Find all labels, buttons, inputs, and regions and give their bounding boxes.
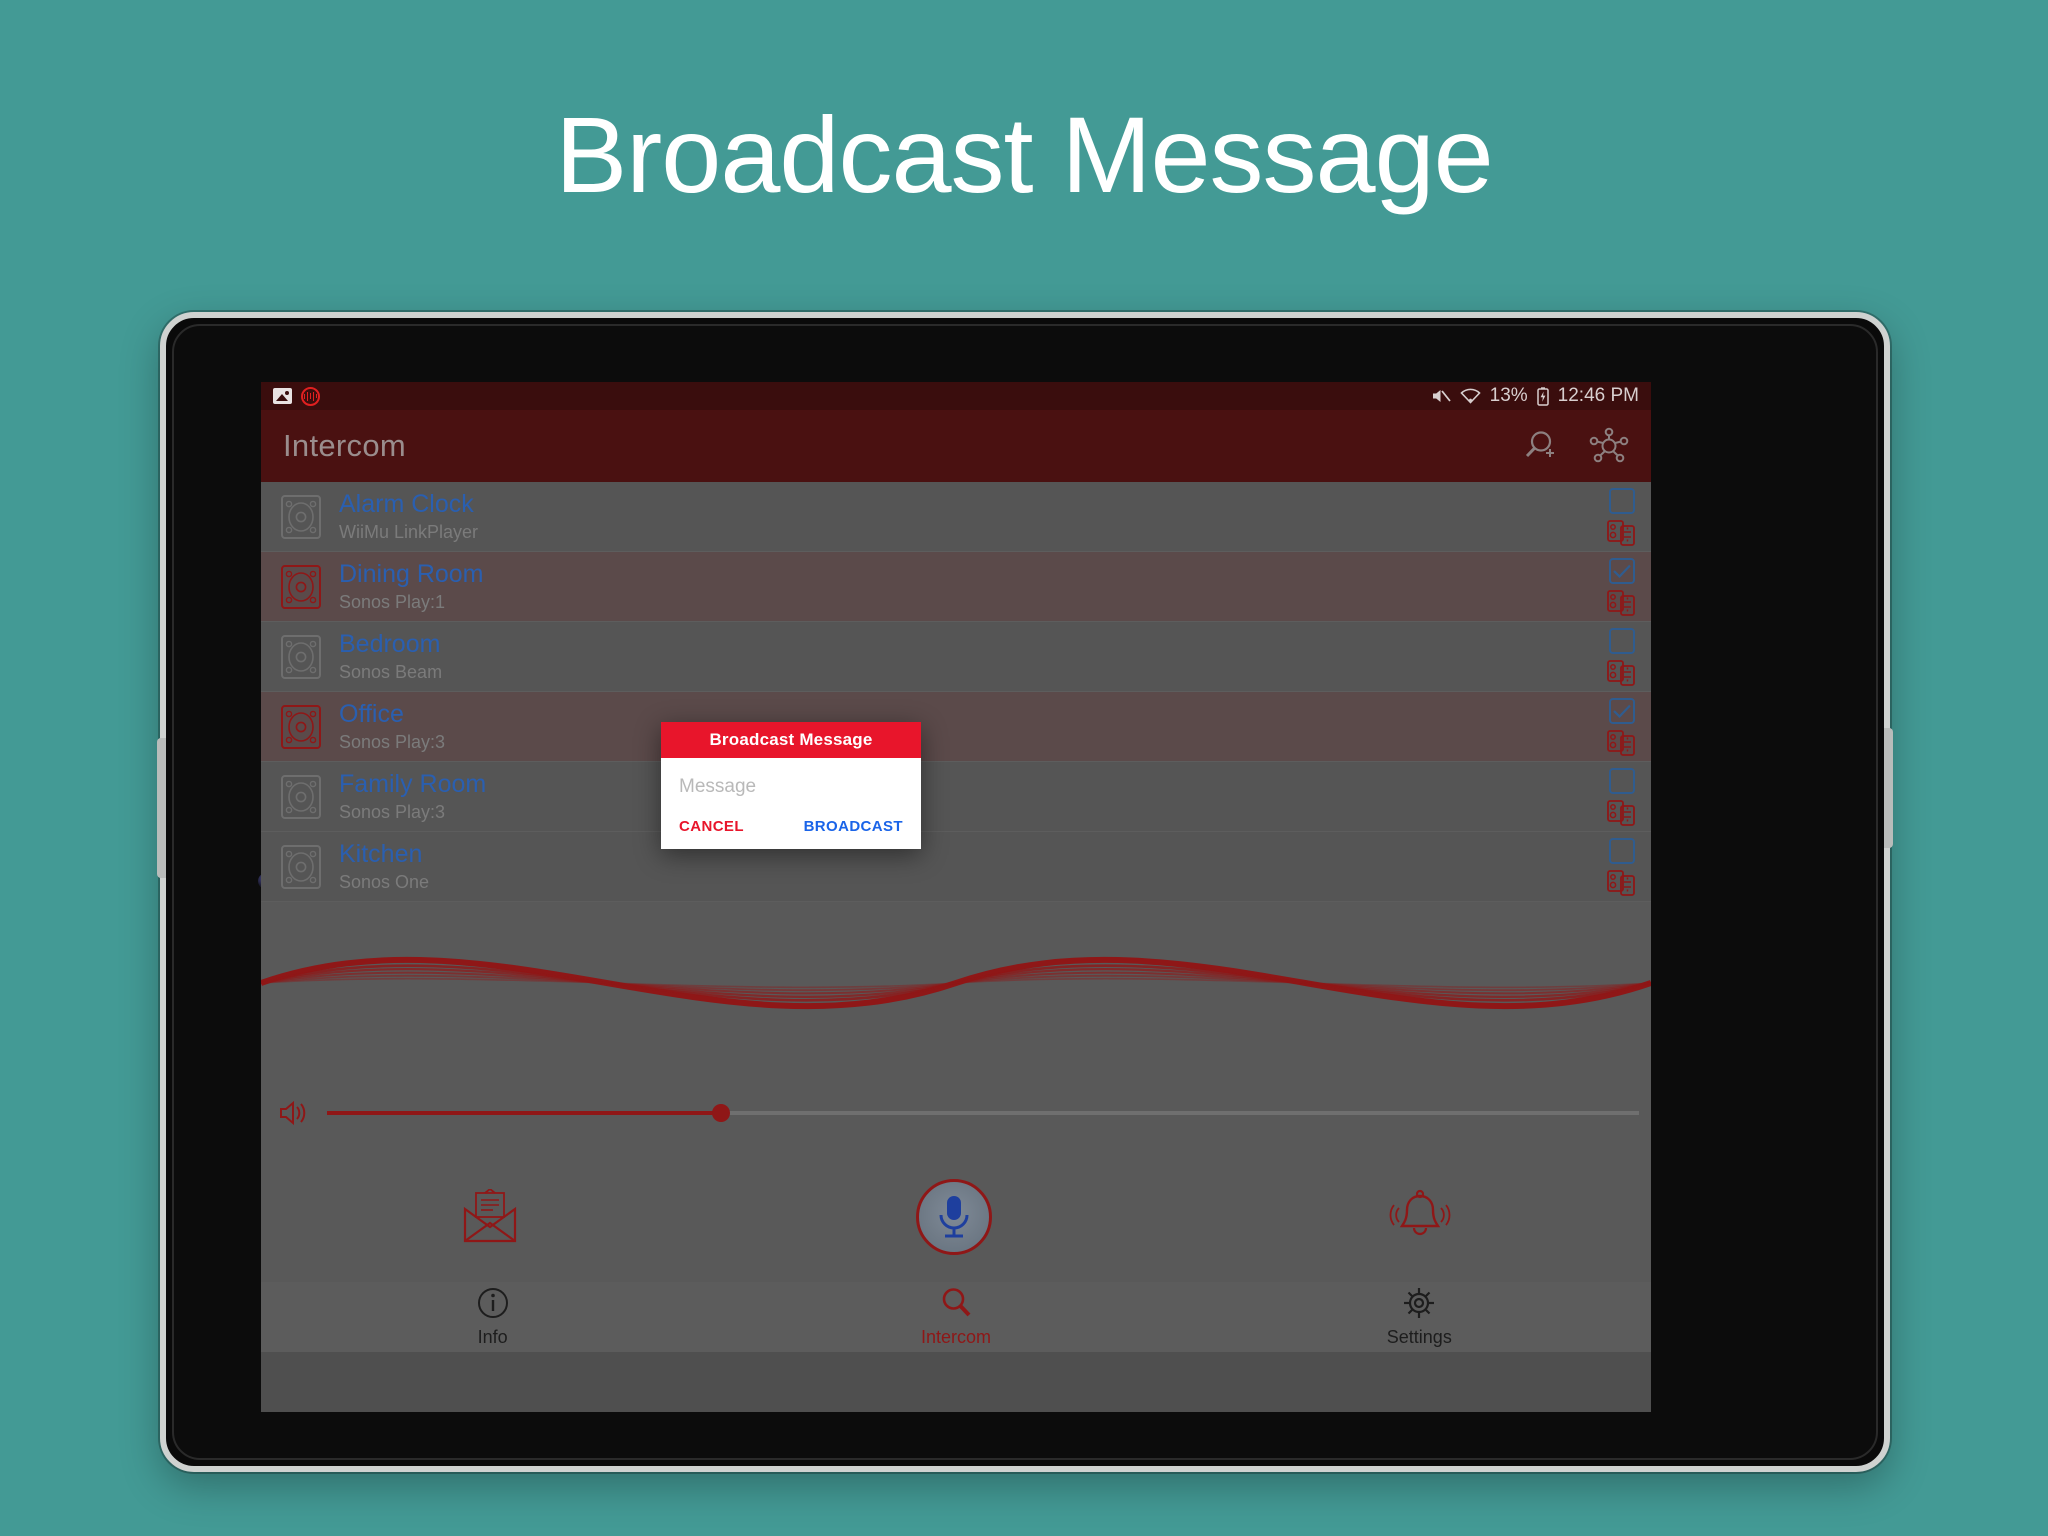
- check-mark-icon: [1613, 704, 1631, 718]
- nav-label: Intercom: [920, 1327, 991, 1347]
- device-row[interactable]: Kitchen Sonos One: [261, 832, 1651, 902]
- speaker-icon-wrap: [277, 703, 325, 751]
- device-name: Kitchen: [339, 840, 423, 869]
- volume-slider-fill: [327, 1111, 721, 1115]
- speaker-pair-icon[interactable]: [1607, 590, 1637, 616]
- device-name: Dining Room: [339, 560, 484, 589]
- nav-label: Info: [477, 1327, 508, 1347]
- volume-up-icon: [280, 1100, 306, 1126]
- search-add-icon[interactable]: [1521, 427, 1559, 465]
- app-bar-title: Intercom: [283, 428, 406, 463]
- audio-recording-icon: [301, 386, 320, 406]
- device-list: Alarm Clock WiiMu LinkPlayer Dining Room…: [261, 482, 1651, 902]
- broadcast-button[interactable]: BROADCAST: [804, 818, 903, 835]
- nav-item-settings[interactable]: Settings: [1329, 1286, 1509, 1348]
- speaker-icon-wrap: [277, 843, 325, 891]
- device-checkbox[interactable]: [1609, 698, 1635, 724]
- device-model: Sonos Beam: [339, 661, 443, 682]
- gear-icon: [1402, 1286, 1436, 1325]
- volume-slider-track[interactable]: [327, 1104, 1639, 1122]
- intercom-action-row: [261, 1152, 1651, 1282]
- device-row[interactable]: Alarm Clock WiiMu LinkPlayer: [261, 482, 1651, 552]
- device-checkbox[interactable]: [1609, 558, 1635, 584]
- device-row[interactable]: Dining Room Sonos Play:1: [261, 552, 1651, 622]
- device-side-button-right[interactable]: [1884, 728, 1893, 848]
- device-model: Sonos One: [339, 871, 430, 892]
- bottom-navigation: Info Intercom Settings: [261, 1282, 1651, 1352]
- device-checkbox[interactable]: [1609, 768, 1635, 794]
- speaker-pair-icon[interactable]: [1607, 870, 1637, 896]
- check-mark-icon: [1613, 564, 1631, 578]
- intercom-controls-panel: Info Intercom Settings: [261, 902, 1651, 1352]
- volume-slider-thumb[interactable]: [711, 1104, 730, 1122]
- nav-item-intercom[interactable]: Intercom: [866, 1286, 1046, 1348]
- device-model: WiiMu LinkPlayer: [339, 521, 479, 542]
- device-name: Alarm Clock: [339, 490, 474, 519]
- app-screen: 13% 12:46 PM Intercom Alarm Clock WiiMu …: [261, 382, 1651, 1412]
- info-circle-icon: [476, 1286, 510, 1325]
- wifi-icon: [1460, 388, 1481, 404]
- speaker-icon: [281, 564, 321, 609]
- device-row[interactable]: Bedroom Sonos Beam: [261, 622, 1651, 692]
- device-name: Family Room: [339, 770, 487, 799]
- envelope-message-icon[interactable]: [459, 1189, 521, 1245]
- device-checkbox[interactable]: [1609, 628, 1635, 654]
- device-name: Office: [339, 700, 404, 729]
- message-input[interactable]: [679, 776, 903, 802]
- speaker-pair-icon[interactable]: [1607, 800, 1637, 826]
- speaker-icon-wrap: [277, 633, 325, 681]
- speaker-icon: [281, 774, 321, 819]
- speaker-icon: [281, 704, 321, 749]
- tablet-device-frame: 13% 12:46 PM Intercom Alarm Clock WiiMu …: [157, 312, 1893, 1472]
- cancel-button[interactable]: CANCEL: [679, 818, 744, 835]
- speaker-pair-icon[interactable]: [1607, 730, 1637, 756]
- nav-label: Settings: [1386, 1327, 1452, 1347]
- speaker-icon: [281, 844, 321, 889]
- device-checkbox[interactable]: [1609, 838, 1635, 864]
- status-bar: 13% 12:46 PM: [261, 382, 1651, 410]
- device-row[interactable]: Office Sonos Play:3: [261, 692, 1651, 762]
- device-checkbox[interactable]: [1609, 488, 1635, 514]
- speaker-pair-icon[interactable]: [1607, 660, 1637, 686]
- app-bar: Intercom: [261, 410, 1651, 482]
- device-name: Bedroom: [339, 630, 441, 659]
- battery-charging-icon: [1536, 386, 1549, 406]
- device-model: Sonos Play:3: [339, 801, 446, 822]
- device-row[interactable]: Family Room Sonos Play:3: [261, 762, 1651, 832]
- search-icon: [939, 1286, 973, 1325]
- broadcast-message-dialog: Broadcast Message CANCEL BROADCAST: [661, 722, 921, 849]
- battery-percent-label: 13%: [1489, 385, 1528, 406]
- network-hub-icon[interactable]: [1589, 427, 1629, 465]
- speaker-icon-wrap: [277, 493, 325, 541]
- volume-mute-icon: [1432, 390, 1451, 402]
- device-model: Sonos Play:1: [339, 591, 446, 612]
- device-model: Sonos Play:3: [339, 731, 446, 752]
- bell-alert-icon[interactable]: [1387, 1188, 1453, 1246]
- dialog-title: Broadcast Message: [661, 722, 921, 758]
- clock-label: 12:46 PM: [1557, 385, 1639, 406]
- speaker-icon-wrap: [277, 563, 325, 611]
- speaker-icon-wrap: [277, 773, 325, 821]
- screenshot-icon: [273, 388, 292, 404]
- speaker-pair-icon[interactable]: [1607, 520, 1637, 546]
- microphone-icon: [939, 1196, 969, 1238]
- audio-waveform-visualizer: [261, 956, 1651, 1010]
- nav-item-info[interactable]: Info: [403, 1286, 583, 1348]
- microphone-button[interactable]: [915, 1179, 992, 1255]
- speaker-icon: [281, 494, 321, 539]
- page-title: Broadcast Message: [555, 94, 1494, 215]
- volume-slider-row[interactable]: [279, 1098, 1639, 1128]
- speaker-icon: [281, 634, 321, 679]
- device-side-button-left[interactable]: [157, 738, 166, 878]
